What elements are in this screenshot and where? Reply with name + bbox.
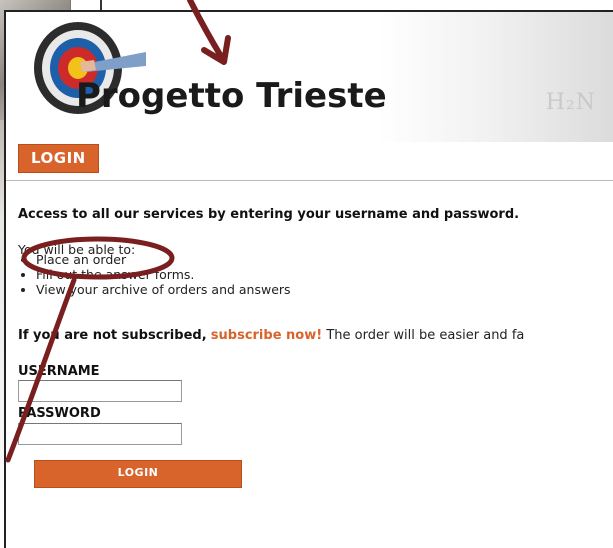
benefits-list: Place an order Fill out the answer forms… xyxy=(18,252,291,297)
chemistry-formula-watermark: H₂N xyxy=(545,90,596,115)
list-item: Fill out the answer forms. xyxy=(36,267,291,282)
brand-title: Progetto Trieste xyxy=(76,76,387,116)
password-label: PASSWORD xyxy=(18,406,101,421)
access-instructions: Access to all our services by entering y… xyxy=(18,207,520,222)
not-subscribed-text: If you are not subscribed, xyxy=(18,328,207,343)
header-banner: H₂N Progetto Trieste xyxy=(6,12,613,142)
divider-line xyxy=(6,180,613,181)
login-page-frame: H₂N Progetto Trieste LOGIN Access to all… xyxy=(4,10,613,548)
subscribe-note: The order will be easier and fa xyxy=(326,328,525,343)
screenshot-stage: H₂N Progetto Trieste LOGIN Access to all… xyxy=(0,0,613,548)
login-tab[interactable]: LOGIN xyxy=(18,144,99,173)
username-input[interactable] xyxy=(18,380,182,402)
username-label: USERNAME xyxy=(18,364,100,379)
password-input[interactable] xyxy=(18,423,182,445)
login-button[interactable]: LOGIN xyxy=(34,460,242,488)
list-item: View your archive of orders and answers xyxy=(36,282,291,297)
subscribe-line: If you are not subscribed, subscribe now… xyxy=(18,328,524,343)
list-item: Place an order xyxy=(36,252,291,267)
subscribe-now-link[interactable]: subscribe now! xyxy=(211,328,322,343)
